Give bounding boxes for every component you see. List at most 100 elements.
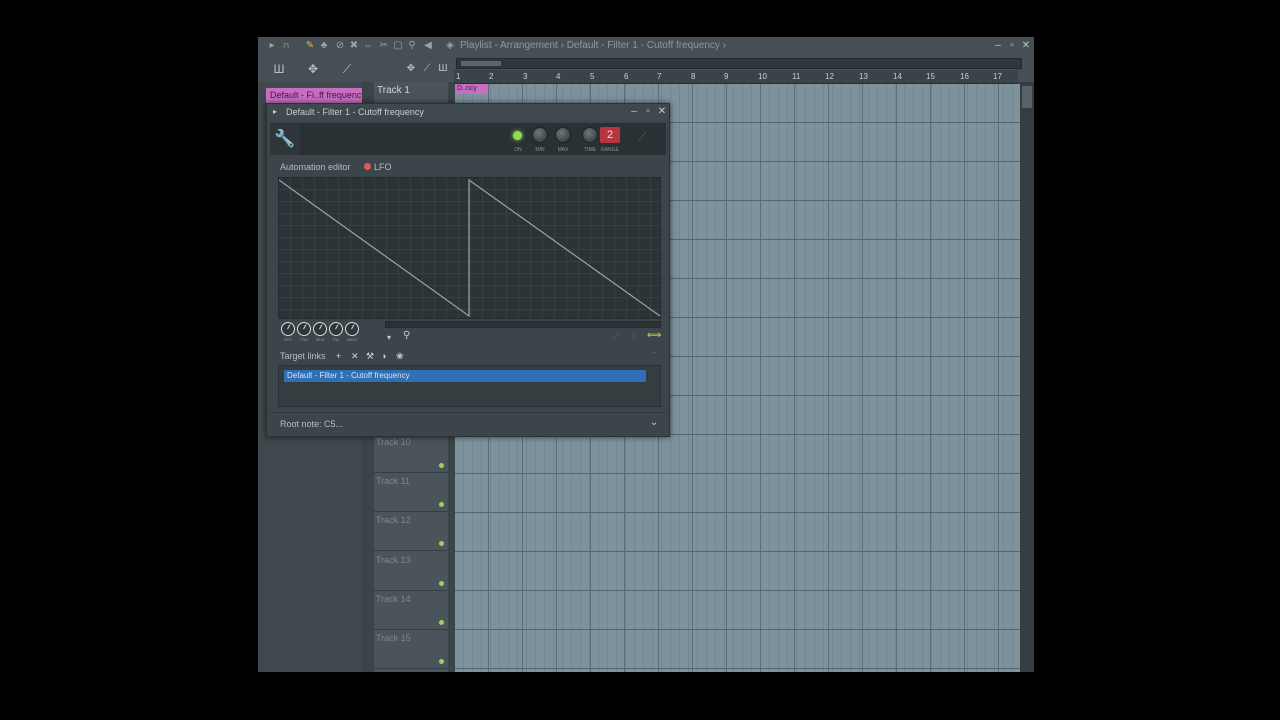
mode-link-icon[interactable]: ◑ — [381, 351, 386, 361]
pencil-icon[interactable]: ✎ — [304, 40, 316, 52]
track-led[interactable] — [439, 620, 444, 625]
range-display[interactable]: 2 — [600, 127, 620, 143]
ruler-number: 14 — [893, 72, 902, 81]
curve-icon[interactable]: ⟋ — [338, 61, 356, 77]
paint-icon[interactable]: ♣ — [318, 40, 330, 52]
track-header[interactable]: Track 12 — [374, 513, 448, 551]
scroll-thumb[interactable] — [461, 61, 501, 66]
skew-knob[interactable] — [313, 322, 327, 336]
collapse-icon[interactable]: ⌃ — [651, 350, 659, 361]
track-header[interactable]: Track 15 — [374, 631, 448, 669]
slice-icon[interactable]: ✂ — [378, 40, 390, 52]
zoom-icon[interactable]: ⚲ — [403, 330, 410, 341]
menu-arrow-icon[interactable]: ▸ — [266, 40, 278, 52]
track-led[interactable] — [439, 502, 444, 507]
remove-link-icon[interactable]: ✕ — [351, 351, 359, 362]
amount-knob[interactable] — [345, 322, 359, 336]
track-header[interactable]: Track 14 — [374, 592, 448, 630]
ruler-number: 15 — [926, 72, 935, 81]
chevron-down-icon[interactable]: ⌄ — [650, 417, 658, 428]
delete-icon[interactable]: ⊘ — [334, 40, 346, 52]
maximize-icon[interactable]: ▫ — [1006, 40, 1018, 52]
settings-link-icon[interactable]: ❀ — [396, 351, 404, 362]
minimize-icon[interactable]: – — [629, 106, 639, 117]
lfo-label[interactable]: LFO — [374, 162, 392, 172]
grid-small-icon[interactable]: Ш — [434, 61, 452, 77]
magnet-icon[interactable]: ∩ — [280, 40, 292, 52]
track-label: Track 11 — [376, 476, 411, 486]
lfo-led[interactable] — [364, 163, 371, 170]
maximize-icon[interactable]: ▫ — [643, 106, 653, 117]
on-led[interactable] — [513, 131, 522, 140]
slip-icon[interactable]: ⇔ — [362, 40, 374, 52]
track-header[interactable]: Track 11 — [374, 474, 448, 512]
select-icon[interactable]: ▢ — [392, 40, 404, 52]
move-icon[interactable]: ✥ — [304, 61, 322, 77]
track-label: Track 14 — [376, 594, 411, 604]
automation-clip[interactable]: D..ncy — [455, 84, 488, 94]
ruler-number: 2 — [489, 72, 494, 81]
horizontal-scrollbar[interactable] — [456, 58, 1022, 69]
track-label: Track 13 — [376, 555, 411, 565]
ruler-number: 5 — [590, 72, 595, 81]
automation-titlebar[interactable]: ▸ Default - Filter 1 - Cutoff frequency … — [267, 104, 669, 121]
ruler-number: 1 — [456, 72, 461, 81]
zoom-icon[interactable]: ⚲ — [406, 40, 418, 52]
ruler-number: 16 — [960, 72, 969, 81]
divider — [270, 412, 666, 413]
track-led[interactable] — [439, 581, 444, 586]
envelope-scrollbar[interactable] — [385, 321, 661, 328]
pulse-width-knob[interactable] — [329, 322, 343, 336]
piano-icon[interactable]: Ш — [270, 61, 288, 77]
mute-icon[interactable]: ✖ — [348, 40, 360, 52]
nav-icon[interactable]: ◈ — [444, 40, 456, 52]
vertical-scrollbar[interactable] — [1020, 82, 1034, 672]
knob-label: MIN — [535, 147, 545, 153]
ruler-number: 11 — [792, 72, 801, 81]
timeline-ruler[interactable]: 1 2 3 4 5 6 7 8 9 10 11 12 13 14 15 16 1… — [454, 70, 1018, 84]
link-icon[interactable]: ⟋ — [638, 130, 658, 146]
ruler-number: 12 — [825, 72, 834, 81]
playlist-titlebar: ▸ ∩ ✎ ♣ ⊘ ✖ ⇔ ✂ ▢ ⚲ ◀ ◈ Playlist - Arran… — [258, 37, 1034, 56]
ruler-number: 4 — [556, 72, 561, 81]
root-note-label[interactable]: Root note: C5... — [280, 419, 343, 429]
knob-label: TNS — [300, 337, 308, 342]
step-icon[interactable]: ⟋ — [613, 331, 619, 342]
track-1-label[interactable]: Track 1 — [377, 85, 410, 96]
vertical-scroll-thumb[interactable] — [1022, 86, 1032, 108]
wrench-icon[interactable]: 🔧 — [270, 123, 300, 155]
envelope-editor[interactable] — [278, 177, 661, 319]
target-links-list: Default - Filter 1 - Cutoff frequency — [278, 365, 661, 407]
minimize-icon[interactable]: – — [992, 40, 1004, 52]
resize-icon[interactable]: ⟺ — [647, 330, 661, 341]
min-knob[interactable] — [532, 127, 548, 143]
knob-label: SPD — [283, 337, 293, 342]
track-led[interactable] — [439, 659, 444, 664]
tension-knob[interactable] — [297, 322, 311, 336]
ruler-number: 3 — [523, 72, 528, 81]
speaker-icon[interactable]: ◀ — [422, 40, 434, 52]
time-knob[interactable] — [582, 127, 598, 143]
window-menu-icon[interactable]: ▸ — [273, 107, 277, 116]
track-led[interactable] — [439, 463, 444, 468]
target-link-item[interactable]: Default - Filter 1 - Cutoff frequency — [284, 370, 646, 382]
ruler-number: 13 — [859, 72, 868, 81]
dropdown-arrow-icon[interactable]: ▾ — [387, 333, 391, 342]
track-header[interactable]: Track 13 — [374, 553, 448, 591]
close-icon[interactable]: ✕ — [657, 106, 667, 117]
track-header[interactable]: Track 10 — [374, 435, 448, 473]
automation-editor-label: Automation editor — [280, 162, 351, 172]
speed-knob[interactable] — [281, 322, 295, 336]
max-knob[interactable] — [555, 127, 571, 143]
knob-label: AMNT — [346, 337, 358, 342]
ruler-number: 9 — [724, 72, 729, 81]
magnet-icon[interactable]: ∩ — [631, 331, 637, 341]
add-link-icon[interactable]: + — [336, 351, 341, 361]
ruler-number: 10 — [758, 72, 767, 81]
track-led[interactable] — [439, 541, 444, 546]
close-icon[interactable]: ✕ — [1020, 40, 1032, 52]
clip-tab[interactable]: Default - Fi..ff frequency — [266, 88, 362, 103]
tool-link-icon[interactable]: ⚒ — [366, 351, 374, 362]
knob-label: RANGE — [601, 147, 619, 153]
track-label: Track 10 — [376, 437, 411, 447]
